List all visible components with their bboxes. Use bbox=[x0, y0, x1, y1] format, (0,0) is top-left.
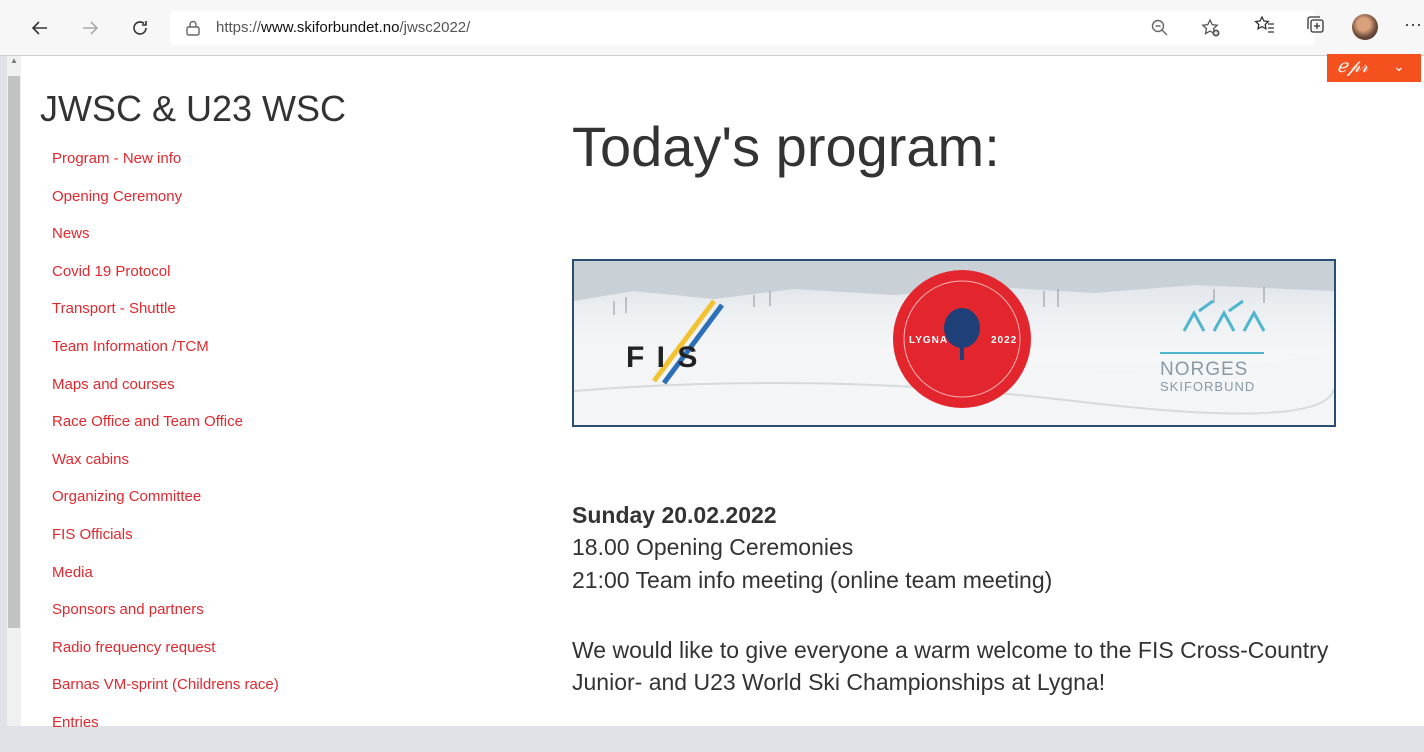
skiforbund-text: SKIFORBUND bbox=[1160, 379, 1256, 394]
norges-text: NORGES bbox=[1160, 359, 1249, 380]
fis-logo-text: F I S bbox=[626, 341, 700, 374]
profile-avatar[interactable] bbox=[1352, 14, 1378, 40]
schedule-event: 18.00 Opening Ceremonies bbox=[572, 534, 854, 560]
sidebar-item-fis-officials[interactable]: FIS Officials bbox=[52, 526, 279, 564]
forward-arrow-icon[interactable] bbox=[72, 10, 108, 46]
page-title: Today's program: bbox=[572, 115, 1000, 178]
sidebar-item-sponsors[interactable]: Sponsors and partners bbox=[52, 601, 279, 639]
sidebar-item-program[interactable]: Program - New info bbox=[52, 150, 279, 188]
emblem-year-text: 2022 bbox=[991, 335, 1018, 346]
lygna-emblem: LYGNA 2022 bbox=[893, 270, 1031, 408]
favorites-icon[interactable] bbox=[1254, 14, 1276, 41]
url-text: https://www.skiforbundet.no/jwsc2022/ bbox=[216, 19, 470, 36]
chevron-down-icon[interactable]: ⌄ bbox=[1393, 58, 1405, 75]
sidebar-item-team-information[interactable]: Team Information /TCM bbox=[52, 338, 279, 376]
url-prefix: https:// bbox=[216, 19, 262, 36]
sidebar-item-media[interactable]: Media bbox=[52, 564, 279, 602]
welcome-text: We would like to give everyone a warm we… bbox=[572, 637, 1329, 695]
sidebar-item-covid-protocol[interactable]: Covid 19 Protocol bbox=[52, 263, 279, 301]
sidebar-item-news[interactable]: News bbox=[52, 225, 279, 263]
sidebar-item-wax-cabins[interactable]: Wax cabins bbox=[52, 451, 279, 489]
scroll-up-icon[interactable]: ▲ bbox=[10, 56, 18, 65]
sidebar-item-organizing-committee[interactable]: Organizing Committee bbox=[52, 488, 279, 526]
url-path: /jwsc2022/ bbox=[399, 19, 471, 36]
zoom-icon[interactable] bbox=[1150, 18, 1170, 43]
scrollbar-thumb[interactable] bbox=[8, 76, 20, 628]
sidebar-item-transport[interactable]: Transport - Shuttle bbox=[52, 300, 279, 338]
skiers-logo bbox=[1160, 299, 1266, 354]
left-edge bbox=[0, 56, 7, 726]
sidebar-nav: Program - New info Opening Ceremony News… bbox=[52, 150, 279, 752]
sidebar-item-childrens-race[interactable]: Barnas VM-sprint (Childrens race) bbox=[52, 676, 279, 714]
add-favorite-icon[interactable] bbox=[1200, 17, 1222, 44]
emblem-lygna-text: LYGNA bbox=[909, 335, 949, 346]
sidebar-item-radio-frequency[interactable]: Radio frequency request bbox=[52, 639, 279, 677]
extension-logo-icon: ℯ𝓅𝓇 bbox=[1337, 56, 1368, 77]
schedule-date: Sunday 20.02.2022 bbox=[572, 502, 777, 528]
address-bar[interactable]: https://www.skiforbundet.no/jwsc2022/ bbox=[170, 11, 1315, 45]
collections-icon[interactable] bbox=[1305, 14, 1327, 41]
sidebar-item-maps[interactable]: Maps and courses bbox=[52, 376, 279, 414]
schedule-event: 21:00 Team info meeting (online team mee… bbox=[572, 567, 1053, 593]
url-domain: www.skiforbundet.no bbox=[261, 19, 400, 36]
sidebar-item-entries[interactable]: Entries bbox=[52, 714, 279, 752]
web-page: ▲ JWSC & U23 WSC Program - New info Open… bbox=[0, 56, 1424, 731]
lock-icon[interactable] bbox=[184, 19, 202, 37]
browser-toolbar: https://www.skiforbundet.no/jwsc2022/ ··… bbox=[0, 0, 1424, 56]
back-arrow-icon[interactable] bbox=[22, 10, 58, 46]
site-title: JWSC & U23 WSC bbox=[40, 88, 347, 129]
extension-button[interactable]: ℯ𝓅𝓇 ⌄ bbox=[1327, 54, 1421, 82]
championship-banner: F I S LYGNA 2022 NORGES SKIFORBUND bbox=[572, 259, 1336, 427]
refresh-icon[interactable] bbox=[122, 10, 158, 46]
more-options-icon[interactable]: ··· bbox=[1404, 14, 1422, 35]
sidebar-item-race-office[interactable]: Race Office and Team Office bbox=[52, 413, 279, 451]
sidebar-item-opening-ceremony[interactable]: Opening Ceremony bbox=[52, 188, 279, 226]
